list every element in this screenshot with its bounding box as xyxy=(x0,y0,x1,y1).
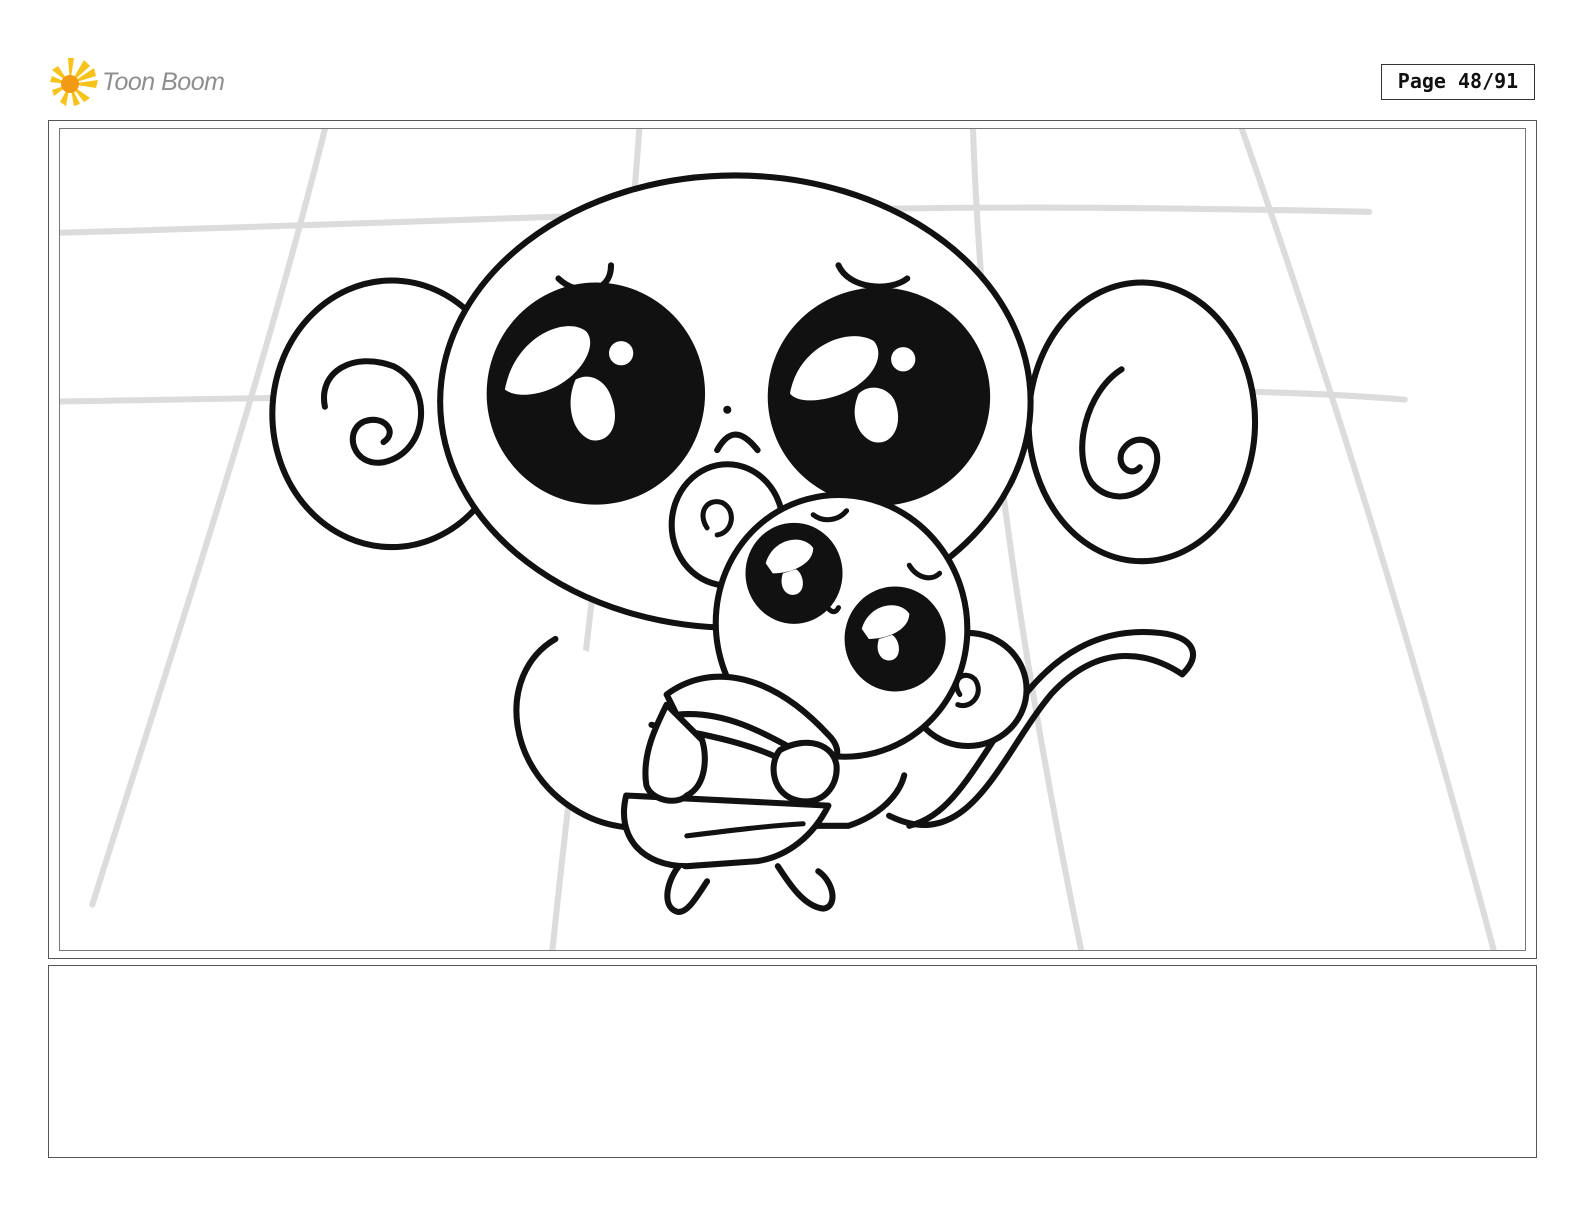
storyboard-drawing xyxy=(60,129,1497,950)
logo-text: Toon Boom xyxy=(102,67,225,96)
parent-right-ear xyxy=(1025,279,1259,565)
panel-frame xyxy=(59,128,1526,951)
starburst-logo-icon xyxy=(50,58,98,106)
toon-boom-logo: Toon Boom xyxy=(50,56,290,108)
page-number: Page 48/91 xyxy=(1381,64,1535,100)
notes-panel xyxy=(48,965,1537,1158)
storyboard-panel xyxy=(48,120,1537,959)
